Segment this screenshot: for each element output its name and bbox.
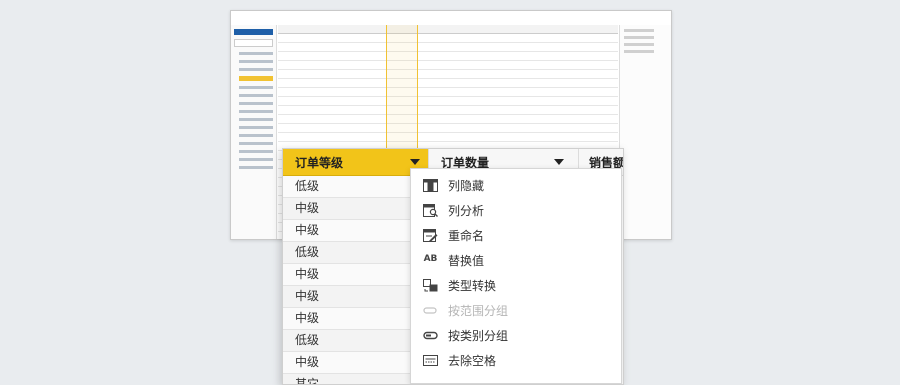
table-cell: 中级	[283, 264, 428, 286]
table-cell: 低级	[283, 242, 428, 264]
table-cell: 低级	[283, 176, 428, 198]
group-by-category-icon	[423, 329, 438, 342]
background-sidebar	[231, 25, 277, 239]
menu-item-label: 去除空格	[448, 354, 497, 368]
menu-item-label: 按范围分组	[448, 304, 509, 318]
column-dropdown-caret-icon[interactable]	[554, 159, 564, 165]
menu-item-trim-spaces[interactable]: 去除空格	[411, 348, 621, 373]
column-analyze-icon	[423, 204, 438, 217]
menu-item-label: 列分析	[448, 204, 485, 218]
zoomed-detail-panel: 订单等级 低级 中级 中级 低级 中级 中级 中级 低级 中级 其它 订单数量 …	[282, 148, 624, 385]
column-order-level: 订单等级 低级 中级 中级 低级 中级 中级 中级 低级 中级 其它	[283, 149, 428, 384]
type-convert-icon	[423, 279, 438, 292]
column-cells: 低级 中级 中级 低级 中级 中级 中级 低级 中级 其它	[283, 176, 428, 384]
menu-item-label: 按类别分组	[448, 329, 509, 343]
menu-item-replace-value[interactable]: AB 替换值	[411, 248, 621, 273]
rename-icon	[423, 229, 438, 242]
column-dropdown-caret-icon[interactable]	[410, 159, 420, 165]
menu-item-label: 重命名	[448, 229, 485, 243]
column-header-order-level[interactable]: 订单等级	[283, 149, 428, 176]
menu-item-type-convert[interactable]: 类型转换	[411, 273, 621, 298]
column-hide-icon	[423, 179, 438, 192]
table-cell: 低级	[283, 330, 428, 352]
column-header-label: 订单等级	[295, 155, 344, 170]
menu-item-label: 替换值	[448, 254, 485, 268]
background-right-panel	[619, 25, 671, 239]
table-cell: 中级	[283, 220, 428, 242]
table-cell: 中级	[283, 198, 428, 220]
menu-item-label: 列隐藏	[448, 179, 485, 193]
group-by-range-icon	[423, 304, 438, 317]
menu-item-rename[interactable]: 重命名	[411, 223, 621, 248]
replace-value-icon: AB	[423, 254, 438, 264]
menu-item-column-analyze[interactable]: 列分析	[411, 198, 621, 223]
menu-item-column-hide[interactable]: 列隐藏	[411, 173, 621, 198]
table-cell: 中级	[283, 308, 428, 330]
table-cell: 中级	[283, 286, 428, 308]
table-cell: 其它	[283, 374, 428, 384]
menu-item-group-by-range[interactable]: 按范围分组	[411, 298, 621, 323]
menu-item-label: 类型转换	[448, 279, 497, 293]
column-context-menu: 列隐藏 列分析 重命名 AB 替换值 类型转换 按范围分组 按类别分组 去除空格	[410, 168, 622, 384]
menu-item-group-by-category[interactable]: 按类别分组	[411, 323, 621, 348]
trim-spaces-icon	[423, 354, 438, 367]
table-cell: 中级	[283, 352, 428, 374]
